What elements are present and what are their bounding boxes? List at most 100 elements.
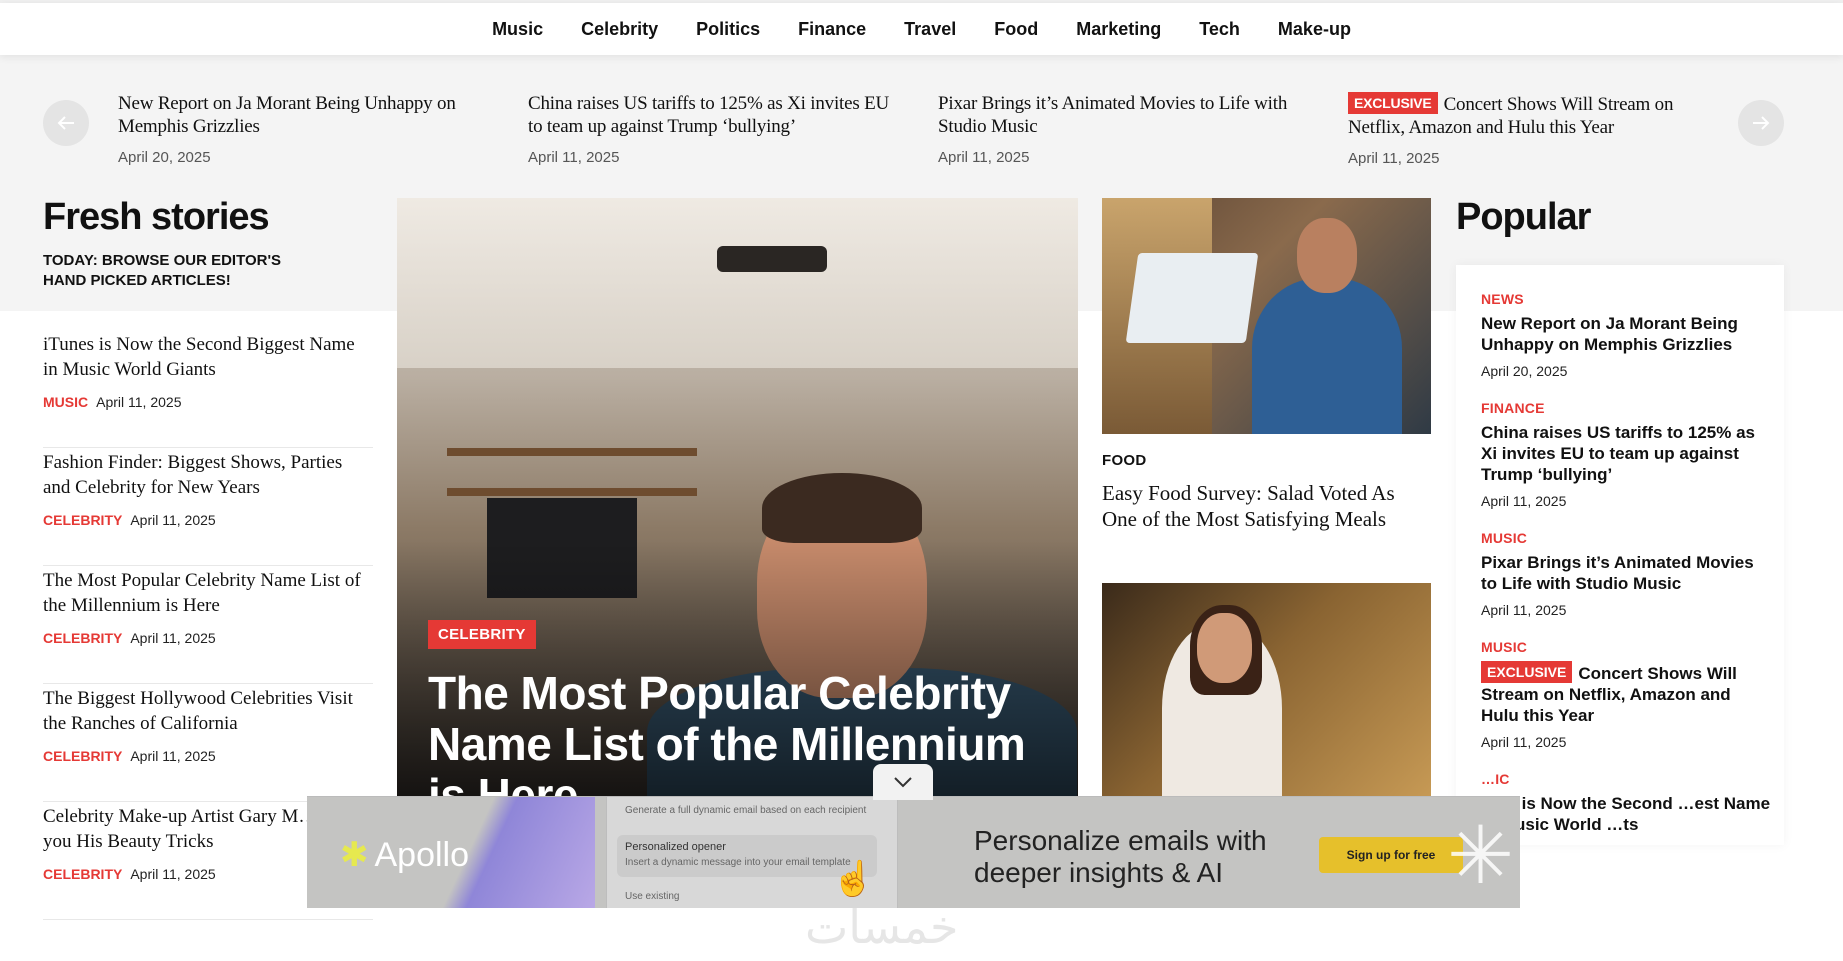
ad-banner[interactable]: ✱ Apollo Generate a full dynamic email b… xyxy=(307,796,1520,908)
ticker-item[interactable]: New Report on Ja Morant Being Unhappy on… xyxy=(118,92,488,166)
nav-item-music[interactable]: Music xyxy=(492,19,543,40)
ad-logo-panel: ✱ Apollo xyxy=(307,797,595,908)
list-item[interactable]: FINANCE China raises US tariffs to 125% … xyxy=(1481,400,1771,509)
category-label[interactable]: CELEBRITY xyxy=(43,748,122,764)
ticker-date: April 11, 2025 xyxy=(528,149,620,166)
article-date: April 20, 2025 xyxy=(1481,363,1568,379)
ticker-item[interactable]: Pixar Brings it’s Animated Movies to Lif… xyxy=(938,92,1308,166)
chevron-down-icon xyxy=(894,777,912,788)
ticker-date: April 11, 2025 xyxy=(1348,150,1440,167)
article-date: April 11, 2025 xyxy=(130,748,216,764)
popular-list: NEWS New Report on Ja Morant Being Unhap… xyxy=(1481,291,1771,856)
category-label[interactable]: MUSIC xyxy=(1481,639,1771,655)
category-label[interactable]: CELEBRITY xyxy=(43,512,122,528)
article-date: April 11, 2025 xyxy=(1481,602,1567,618)
ticker-title[interactable]: Pixar Brings it’s Animated Movies to Lif… xyxy=(938,92,1308,138)
fresh-stories-heading: Fresh stories xyxy=(43,196,270,238)
apollo-asterisk-icon: ✱ xyxy=(340,836,369,874)
ad-brand-logo: ✱ Apollo xyxy=(340,835,469,875)
food-article-title[interactable]: Easy Food Survey: Salad Voted As One of … xyxy=(1102,480,1422,532)
article-title[interactable]: Fashion Finder: Biggest Shows, Parties a… xyxy=(43,450,373,500)
list-item[interactable]: …IC …es is Now the Second …est Name in M… xyxy=(1481,771,1771,835)
ticker-date: April 20, 2025 xyxy=(118,149,211,166)
nav-item-finance[interactable]: Finance xyxy=(798,19,866,40)
category-label[interactable]: MUSIC xyxy=(1481,530,1771,546)
ticker-item[interactable]: EXCLUSIVE Concert Shows Will Stream on Ne… xyxy=(1348,92,1718,167)
ad-shot-row: Generate a full dynamic email based on e… xyxy=(625,805,867,816)
article-date: April 11, 2025 xyxy=(130,866,216,882)
nav-menu: Music Celebrity Politics Finance Travel … xyxy=(0,3,1843,55)
article-image[interactable] xyxy=(1102,583,1431,800)
ticker-date: April 11, 2025 xyxy=(938,149,1030,166)
watermark-logo: خمسات xyxy=(805,900,959,954)
ad-product-screenshot: Generate a full dynamic email based on e… xyxy=(606,797,898,908)
article-title[interactable]: Pixar Brings it’s Animated Movies to Lif… xyxy=(1481,552,1771,594)
nav-item-politics[interactable]: Politics xyxy=(696,19,760,40)
article-title[interactable]: EXCLUSIVE Concert Shows Will Stream on Ne… xyxy=(1481,661,1771,726)
ad-collapse-button[interactable] xyxy=(873,764,933,800)
hero-title[interactable]: The Most Popular Celebrity Name List of … xyxy=(428,668,1048,801)
hand-cursor-icon: ☝ xyxy=(832,860,875,898)
image-face xyxy=(1197,613,1252,683)
image-face xyxy=(1297,218,1357,293)
category-label[interactable]: FINANCE xyxy=(1481,400,1771,416)
popular-heading: Popular xyxy=(1456,196,1591,238)
nav-item-marketing[interactable]: Marketing xyxy=(1076,19,1161,40)
list-item[interactable]: Fashion Finder: Biggest Shows, Parties a… xyxy=(43,448,373,566)
food-category-label[interactable]: FOOD xyxy=(1102,452,1147,469)
main-nav: Music Celebrity Politics Finance Travel … xyxy=(0,3,1843,55)
article-meta: CELEBRITY April 11, 2025 xyxy=(43,748,373,764)
list-item[interactable]: MUSIC Pixar Brings it’s Animated Movies … xyxy=(1481,530,1771,618)
category-label[interactable]: …IC xyxy=(1481,771,1771,787)
article-date: April 11, 2025 xyxy=(1481,734,1567,750)
arrow-right-icon[interactable] xyxy=(1738,100,1784,146)
list-item[interactable]: MUSIC EXCLUSIVE Concert Shows Will Stream… xyxy=(1481,639,1771,750)
category-label[interactable]: NEWS xyxy=(1481,291,1771,307)
ad-shot-row: Personalized opener xyxy=(625,841,726,853)
article-meta: MUSIC April 11, 2025 xyxy=(43,394,373,410)
nav-item-travel[interactable]: Travel xyxy=(904,19,956,40)
nav-item-celebrity[interactable]: Celebrity xyxy=(581,19,658,40)
list-item[interactable]: The Most Popular Celebrity Name List of … xyxy=(43,566,373,684)
category-label[interactable]: CELEBRITY xyxy=(43,630,122,646)
hero-photo-ceiling xyxy=(397,198,1078,368)
list-item[interactable]: The Biggest Hollywood Celebrities Visit … xyxy=(43,684,373,802)
popular-widget: NEWS New Report on Ja Morant Being Unhap… xyxy=(1456,265,1784,845)
nav-item-tech[interactable]: Tech xyxy=(1199,19,1240,40)
article-date: April 11, 2025 xyxy=(1481,493,1567,509)
article-title[interactable]: The Biggest Hollywood Celebrities Visit … xyxy=(43,686,373,736)
article-meta: CELEBRITY April 11, 2025 xyxy=(43,630,373,646)
image-person xyxy=(1252,278,1402,434)
nav-item-makeup[interactable]: Make-up xyxy=(1278,19,1351,40)
fresh-stories-subtitle: TODAY: BROWSE OUR EDITOR'S HAND PICKED A… xyxy=(43,252,282,289)
ticker-title[interactable]: New Report on Ja Morant Being Unhappy on… xyxy=(118,92,488,138)
arrow-left-icon[interactable] xyxy=(43,100,89,146)
ad-shot-row: Insert a dynamic message into your email… xyxy=(625,857,851,868)
hero-article[interactable]: CELEBRITY The Most Popular Celebrity Nam… xyxy=(397,198,1078,800)
ticker-title[interactable]: EXCLUSIVE Concert Shows Will Stream on Ne… xyxy=(1348,92,1718,139)
article-title[interactable]: China raises US tariffs to 125% as Xi in… xyxy=(1481,422,1771,485)
hero-photo-hair xyxy=(762,473,922,543)
hero-photo-shelf xyxy=(447,448,697,456)
category-label[interactable]: CELEBRITY xyxy=(43,866,122,882)
ad-headline: Personalize emails with deeper insights … xyxy=(974,825,1267,888)
article-date: April 11, 2025 xyxy=(96,394,182,410)
article-title[interactable]: New Report on Ja Morant Being Unhappy on… xyxy=(1481,313,1771,355)
article-meta: CELEBRITY April 11, 2025 xyxy=(43,512,373,528)
ticker-title[interactable]: China raises US tariffs to 125% as Xi in… xyxy=(528,92,898,138)
hero-photo-shelf xyxy=(447,488,697,496)
article-date: April 11, 2025 xyxy=(130,630,216,646)
hero-photo-lamp xyxy=(717,246,827,272)
ad-signup-button[interactable]: Sign up for free xyxy=(1319,837,1463,873)
hero-category-badge[interactable]: CELEBRITY xyxy=(428,620,536,649)
article-title[interactable]: iTunes is Now the Second Biggest Name in… xyxy=(43,332,373,382)
list-item[interactable]: iTunes is Now the Second Biggest Name in… xyxy=(43,330,373,448)
article-title[interactable]: The Most Popular Celebrity Name List of … xyxy=(43,568,373,618)
category-label[interactable]: MUSIC xyxy=(43,394,88,410)
exclusive-badge: EXCLUSIVE xyxy=(1481,661,1573,683)
list-item[interactable]: NEWS New Report on Ja Morant Being Unhap… xyxy=(1481,291,1771,379)
article-title[interactable]: …es is Now the Second …est Name in Music… xyxy=(1481,793,1771,835)
food-article-image[interactable] xyxy=(1102,198,1431,434)
ticker-item[interactable]: China raises US tariffs to 125% as Xi in… xyxy=(528,92,898,166)
nav-item-food[interactable]: Food xyxy=(994,19,1038,40)
